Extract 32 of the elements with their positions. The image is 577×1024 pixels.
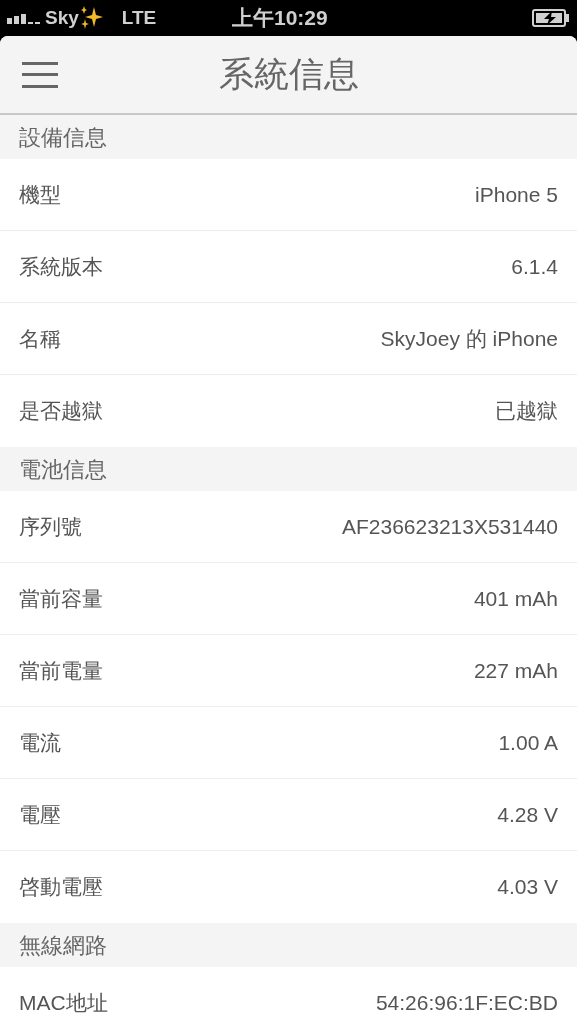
row-value: 4.03 V — [497, 874, 558, 901]
network-type: LTE — [121, 5, 157, 30]
row-value: 6.1.4 — [511, 253, 558, 280]
row-label: 名稱 — [19, 325, 61, 352]
battery-charging-icon — [532, 9, 570, 27]
row-label: 機型 — [19, 181, 61, 208]
row-label: 當前容量 — [19, 585, 103, 612]
row-value: 401 mAh — [473, 585, 558, 612]
carrier-name: Sky — [45, 5, 79, 30]
page-title: 系統信息 — [218, 53, 359, 96]
section-header: 電池信息 — [0, 447, 577, 491]
menu-icon[interactable] — [22, 59, 58, 90]
row-value: 1.00 A — [498, 729, 558, 756]
row-value: 227 mAh — [473, 657, 558, 684]
row-value: SkyJoey 的 iPhone — [380, 325, 558, 352]
signal-icon — [7, 12, 43, 24]
row-value: 4.28 V — [497, 801, 558, 828]
section-header: 無線網路 — [0, 923, 577, 967]
row-label: 電流 — [19, 729, 61, 756]
row-label: 啓動電壓 — [19, 874, 103, 901]
row-value: AF236623213X531440 — [341, 513, 558, 540]
row-label: 序列號 — [19, 513, 82, 540]
row-value: 54:26:96:1F:EC:BD — [375, 990, 558, 1017]
row-label: MAC地址 — [19, 990, 108, 1017]
row-value: iPhone 5 — [475, 181, 558, 208]
row-value: 已越獄 — [495, 398, 558, 425]
section-header: 設備信息 — [0, 115, 577, 159]
row-label: 當前電量 — [19, 657, 103, 684]
row-label: 是否越獄 — [19, 398, 103, 425]
row-label: 系統版本 — [19, 253, 103, 280]
row-label: 電壓 — [19, 801, 61, 828]
clock: 上午10:29 — [232, 5, 328, 32]
